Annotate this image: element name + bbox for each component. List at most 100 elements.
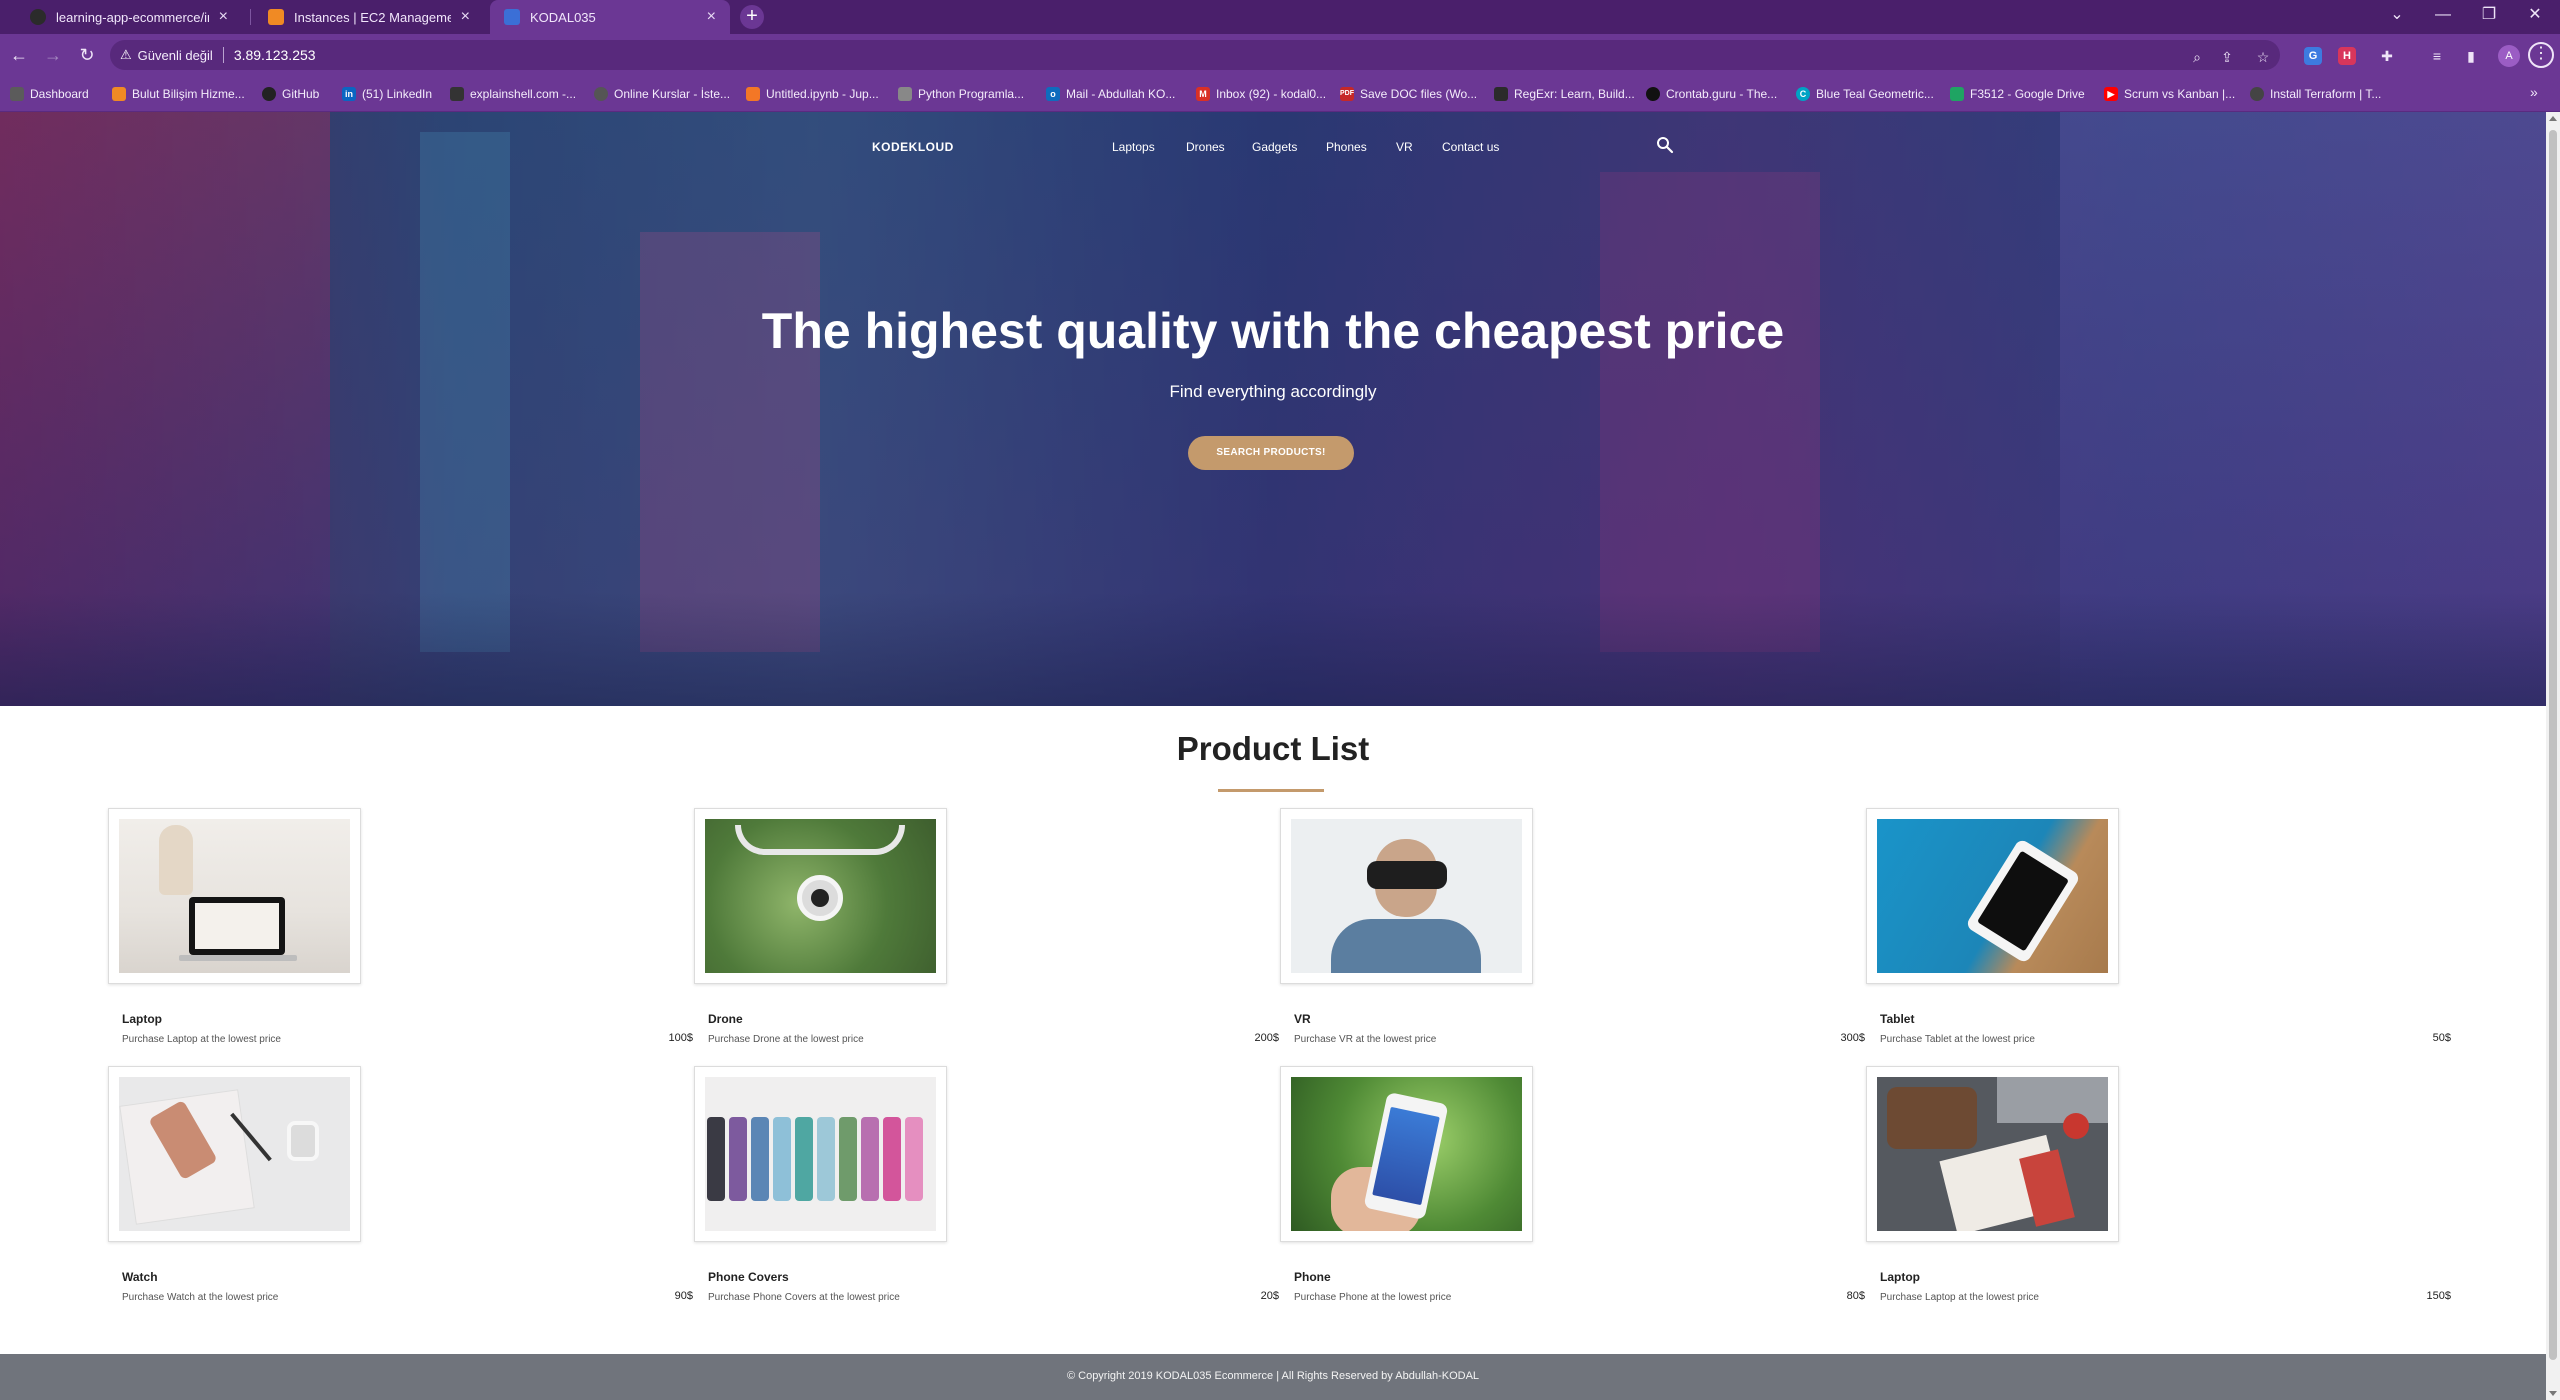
bookmark-github[interactable]: GitHub bbox=[262, 84, 319, 104]
bookmark-python[interactable]: Python Programla... bbox=[898, 84, 1024, 104]
laptop-photo[interactable] bbox=[119, 819, 350, 973]
tab-github[interactable]: learning-app-ecommerce/inde × bbox=[16, 0, 242, 34]
bookmark-aws[interactable]: Bulut Bilişim Hizme... bbox=[112, 84, 245, 104]
hero-title: The highest quality with the cheapest pr… bbox=[761, 303, 1785, 359]
bookmark-label: GitHub bbox=[282, 87, 320, 101]
media-icon[interactable]: ≡ bbox=[2428, 47, 2446, 65]
product-card-vr[interactable]: VR Purchase VR at the lowest price 300$ bbox=[1280, 808, 1865, 1048]
close-icon[interactable]: × bbox=[707, 8, 716, 26]
bookmark-label: Inbox (92) - kodal0... bbox=[1216, 87, 1327, 101]
bookmark-regexr[interactable]: RegExr: Learn, Build... bbox=[1494, 84, 1635, 104]
profile-avatar[interactable]: A bbox=[2498, 45, 2520, 67]
bookmark-label: Dashboard bbox=[30, 87, 89, 101]
bookmark-explainshell[interactable]: explainshell.com -... bbox=[450, 84, 576, 104]
product-name[interactable]: Drone bbox=[708, 1012, 743, 1026]
bookmark-online-kurslar[interactable]: Online Kurslar - İste... bbox=[594, 84, 730, 104]
nav-phones[interactable]: Phones bbox=[1326, 140, 1367, 154]
hero-decor bbox=[640, 232, 820, 652]
zoom-icon[interactable]: ⌕ bbox=[2188, 48, 2206, 66]
bookmark-label: Blue Teal Geometric... bbox=[1816, 87, 1934, 101]
bookmark-label: Online Kurslar - İste... bbox=[614, 87, 731, 101]
drone-photo[interactable] bbox=[705, 819, 936, 973]
coffee-cup bbox=[2063, 1113, 2089, 1139]
product-price: 300$ bbox=[1840, 1032, 1865, 1044]
product-card-phone-covers[interactable]: Phone Covers Purchase Phone Covers at th… bbox=[694, 1066, 1279, 1306]
product-name[interactable]: Laptop bbox=[122, 1012, 162, 1026]
close-icon[interactable]: × bbox=[219, 8, 228, 26]
bookmark-label: F3512 - Google Drive bbox=[1970, 87, 2085, 101]
bookmark-outlook[interactable]: o Mail - Abdullah KO... bbox=[1046, 84, 1175, 104]
bookmarks-overflow-button[interactable]: » bbox=[2530, 84, 2538, 100]
nav-laptops[interactable]: Laptops bbox=[1112, 140, 1155, 154]
side-panel-icon[interactable]: ▮ bbox=[2462, 47, 2480, 65]
product-card-watch[interactable]: Watch Purchase Watch at the lowest price… bbox=[108, 1066, 693, 1306]
watch-photo[interactable] bbox=[119, 1077, 350, 1231]
close-icon[interactable]: × bbox=[461, 8, 470, 26]
bookmark-save-doc[interactable]: PDF Save DOC files (Wo... bbox=[1340, 84, 1477, 104]
scroll-up-arrow[interactable] bbox=[2549, 116, 2557, 121]
bookmark-linkedin[interactable]: in (51) LinkedIn bbox=[342, 84, 432, 104]
security-status[interactable]: Güvenli değil bbox=[138, 48, 213, 63]
product-card-phone[interactable]: Phone Purchase Phone at the lowest price… bbox=[1280, 1066, 1865, 1306]
bookmark-terraform[interactable]: Install Terraform | T... bbox=[2250, 84, 2381, 104]
jupyter-icon bbox=[746, 87, 760, 101]
address-bar[interactable]: ⚠ Güvenli değil 3.89.123.253 bbox=[110, 40, 2280, 70]
nav-drones[interactable]: Drones bbox=[1186, 140, 1225, 154]
product-card-tablet[interactable]: Tablet Purchase Tablet at the lowest pri… bbox=[1866, 808, 2451, 1048]
bookmark-jupyter[interactable]: Untitled.ipynb - Jup... bbox=[746, 84, 879, 104]
nav-contact-us[interactable]: Contact us bbox=[1442, 140, 1499, 154]
translate-extension-icon[interactable]: G bbox=[2304, 47, 2322, 65]
product-name[interactable]: Phone Covers bbox=[708, 1270, 789, 1284]
minimize-button[interactable]: — bbox=[2420, 0, 2466, 34]
bookmark-google-drive[interactable]: F3512 - Google Drive bbox=[1950, 84, 2085, 104]
restore-button[interactable]: ❐ bbox=[2466, 0, 2512, 34]
product-card-laptop[interactable]: Laptop Purchase Laptop at the lowest pri… bbox=[108, 808, 693, 1048]
menu-icon[interactable]: ⋮ bbox=[2528, 42, 2554, 68]
url-text[interactable]: 3.89.123.253 bbox=[234, 47, 316, 63]
product-list-title: Product List bbox=[1176, 730, 1370, 767]
forward-button[interactable]: → bbox=[40, 42, 66, 68]
search-products-button[interactable]: SEARCH PRODUCTS! bbox=[1188, 436, 1354, 470]
share-icon[interactable]: ⇪ bbox=[2218, 48, 2236, 66]
dashboard-icon bbox=[10, 87, 24, 101]
page-scrollbar[interactable] bbox=[2546, 112, 2560, 1400]
product-name[interactable]: Watch bbox=[122, 1270, 158, 1284]
scrollbar-thumb[interactable] bbox=[2549, 130, 2557, 1360]
bookmark-youtube[interactable]: ▶ Scrum vs Kanban |... bbox=[2104, 84, 2235, 104]
tablet-photo[interactable] bbox=[1877, 819, 2108, 973]
product-card-laptop-desk[interactable]: Laptop Purchase Laptop at the lowest pri… bbox=[1866, 1066, 2451, 1306]
product-image-frame bbox=[694, 1066, 947, 1242]
bookmark-crontab[interactable]: Crontab.guru - The... bbox=[1646, 84, 1777, 104]
product-name[interactable]: VR bbox=[1294, 1012, 1311, 1026]
phone-photo[interactable] bbox=[1291, 1077, 1522, 1231]
site-logo[interactable]: KODEKLOUD bbox=[872, 140, 954, 154]
search-icon[interactable] bbox=[1656, 136, 1674, 154]
phone-cover bbox=[861, 1117, 879, 1201]
extension-icon[interactable]: H bbox=[2338, 47, 2356, 65]
reload-button[interactable]: ↻ bbox=[74, 42, 100, 68]
tab-ec2-instances[interactable]: Instances | EC2 Management C × bbox=[254, 0, 484, 34]
phone-covers-photo[interactable] bbox=[705, 1077, 936, 1231]
bookmark-label: explainshell.com -... bbox=[470, 87, 577, 101]
bookmark-canva[interactable]: C Blue Teal Geometric... bbox=[1796, 84, 1934, 104]
nav-vr[interactable]: VR bbox=[1396, 140, 1413, 154]
product-name[interactable]: Tablet bbox=[1880, 1012, 1914, 1026]
close-window-button[interactable]: ✕ bbox=[2512, 0, 2558, 34]
drive-icon bbox=[1950, 87, 1964, 101]
star-icon[interactable]: ☆ bbox=[2254, 48, 2272, 66]
bookmark-dashboard[interactable]: Dashboard bbox=[10, 84, 89, 104]
product-card-drone[interactable]: Drone Purchase Drone at the lowest price… bbox=[694, 808, 1279, 1048]
back-button[interactable]: ← bbox=[6, 42, 32, 68]
bookmark-gmail[interactable]: M Inbox (92) - kodal0... bbox=[1196, 84, 1326, 104]
tab-search-button[interactable]: ⌄ bbox=[2374, 0, 2420, 34]
product-name[interactable]: Laptop bbox=[1880, 1270, 1920, 1284]
new-tab-button[interactable]: + bbox=[740, 5, 764, 29]
bookmark-label: (51) LinkedIn bbox=[362, 87, 433, 101]
tab-kodal035[interactable]: KODAL035 × bbox=[490, 0, 730, 34]
scroll-down-arrow[interactable] bbox=[2549, 1391, 2557, 1396]
desk-laptop-photo[interactable] bbox=[1877, 1077, 2108, 1231]
nav-gadgets[interactable]: Gadgets bbox=[1252, 140, 1297, 154]
product-name[interactable]: Phone bbox=[1294, 1270, 1331, 1284]
vr-photo[interactable] bbox=[1291, 819, 1522, 973]
puzzle-icon[interactable]: ✚ bbox=[2378, 47, 2396, 65]
